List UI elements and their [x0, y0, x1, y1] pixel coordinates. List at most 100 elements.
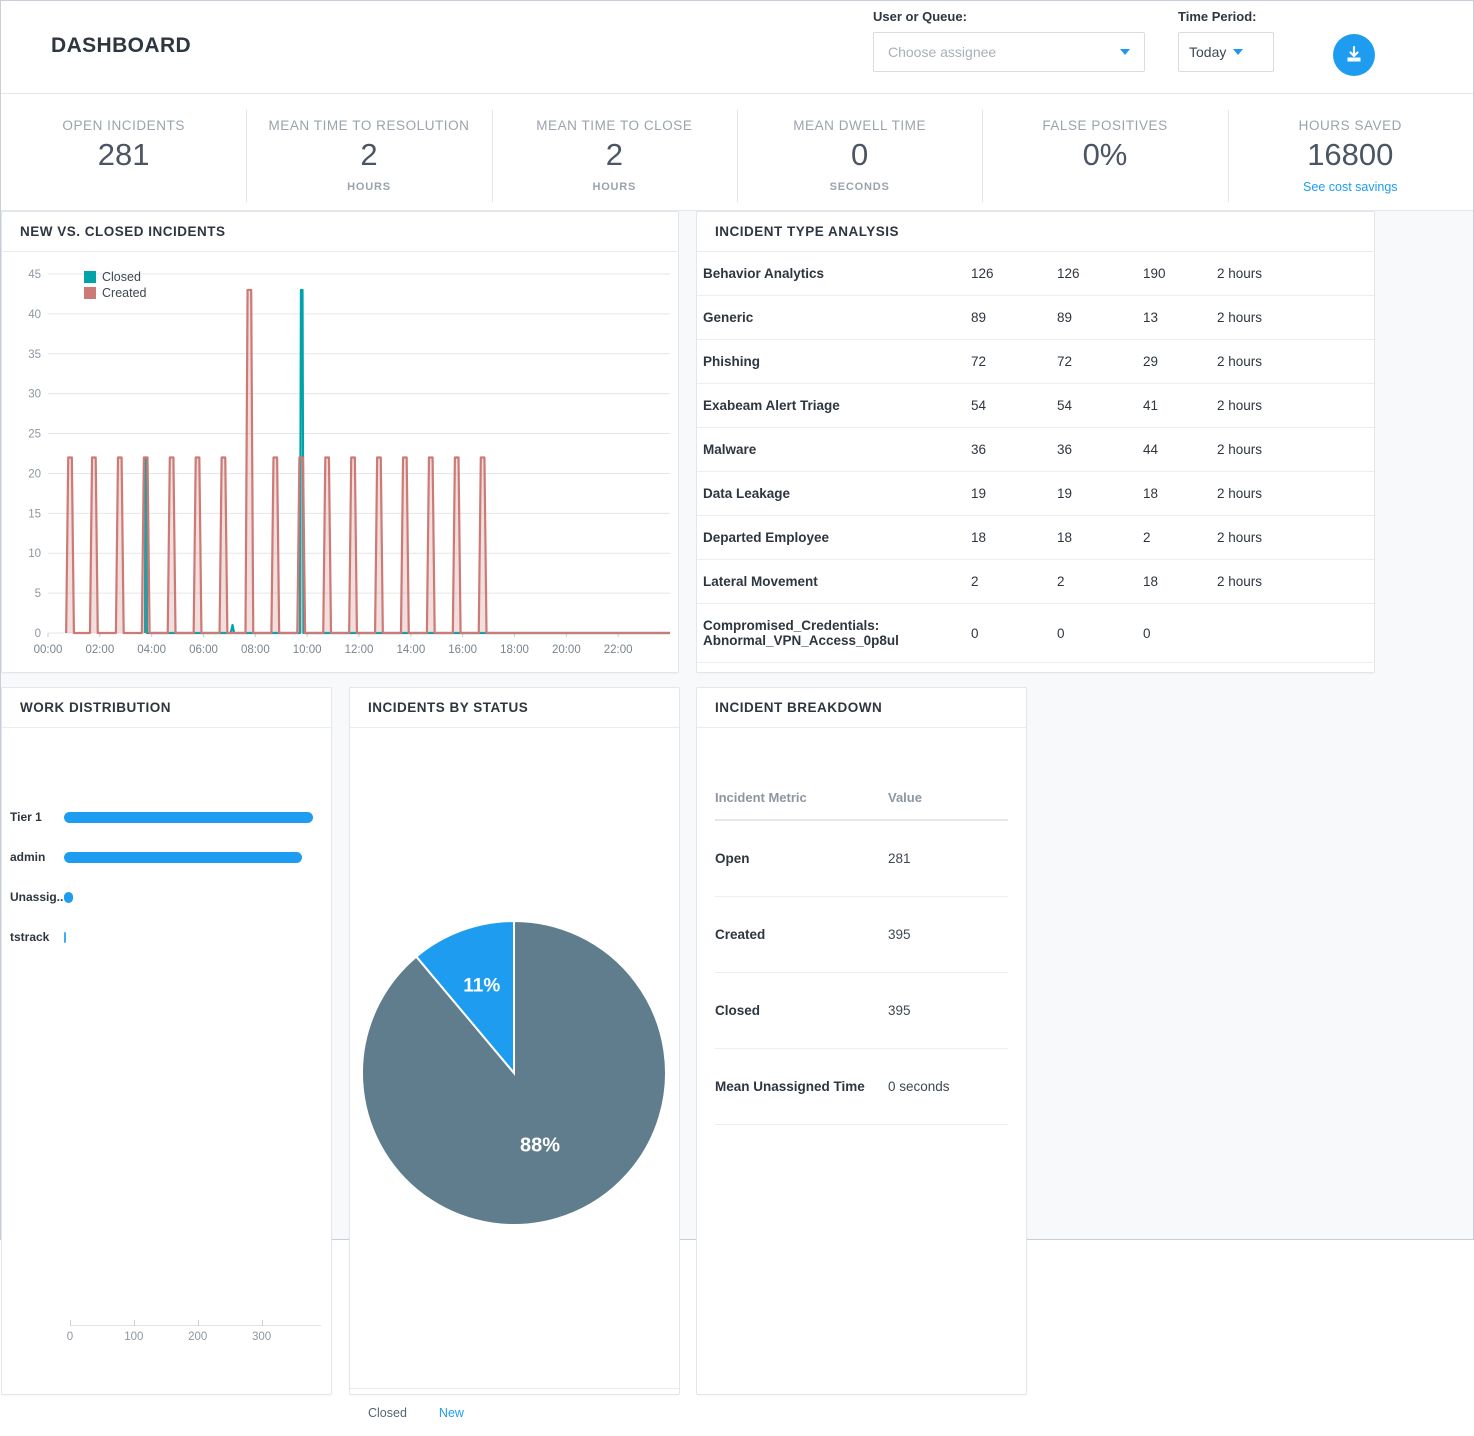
incident-type-name: Phishing: [697, 339, 965, 384]
incident-type-duration: 2 hours: [1211, 339, 1374, 384]
table-row[interactable]: Phishing 72 72 29 2 hours: [697, 339, 1374, 384]
svg-text:08:00: 08:00: [241, 644, 270, 656]
kpi-label: FALSE POSITIVES: [1042, 118, 1168, 133]
legend-swatch-closed: [84, 271, 96, 283]
kpi-hours-saved: HOURS SAVED 16800 See cost savings: [1227, 108, 1473, 204]
table-row[interactable]: Lateral Movement 2 2 18 2 hours: [697, 559, 1374, 604]
work-distribution-row[interactable]: Unassig...: [2, 890, 331, 904]
table-row[interactable]: Departed Employee 18 18 2 2 hours: [697, 515, 1374, 560]
kpi-mean-time-to-resolution: MEAN TIME TO RESOLUTION 2 HOURS: [246, 108, 491, 204]
incident-type-count-2: 36: [1051, 427, 1137, 472]
svg-text:02:00: 02:00: [85, 644, 114, 656]
svg-text:25: 25: [28, 429, 41, 441]
pie-legend-closed[interactable]: Closed: [368, 1406, 407, 1420]
work-distribution-label: admin: [10, 850, 46, 864]
svg-text:00:00: 00:00: [34, 644, 63, 656]
breakdown-value: 395: [888, 972, 1008, 1049]
breakdown-metric: Open: [715, 820, 888, 897]
card-title: INCIDENTS BY STATUS: [350, 688, 679, 728]
axis-tick: [197, 1320, 199, 1326]
incident-type-duration: 2 hours: [1211, 383, 1374, 428]
axis-tick: [70, 1320, 71, 1326]
kpi-value: 0%: [1082, 137, 1128, 172]
incident-type-count-1: 19: [965, 471, 1051, 516]
kpi-unit: HOURS: [347, 181, 391, 194]
work-distribution-x-axis: 0 100 200 300: [2, 1320, 331, 1355]
svg-text:15: 15: [28, 508, 41, 520]
incident-type-count-3: 0: [1137, 603, 1211, 663]
work-distribution-row[interactable]: Tier 1: [2, 810, 331, 824]
table-row: Open 281: [715, 820, 1008, 897]
table-row[interactable]: Compromised_Credentials: Abnormal_VPN_Ac…: [697, 603, 1374, 663]
assignee-filter-label: User or Queue:: [873, 9, 967, 24]
axis-tick-label: 100: [124, 1331, 144, 1343]
work-distribution-chart[interactable]: Tier 1 admin Unassig... tstrack 0 100 200 300: [2, 728, 331, 1393]
incident-breakdown-body: Incident Metric Value Open 281 Created 395 C…: [697, 728, 1026, 1125]
table-row[interactable]: Behavior Analytics 126 126 190 2 hours: [697, 252, 1374, 296]
card-incident-type-analysis: INCIDENT TYPE ANALYSIS Behavior Analytic…: [696, 211, 1375, 673]
incident-type-count-3: 18: [1137, 559, 1211, 604]
time-period-select[interactable]: Today: [1178, 32, 1274, 72]
assignee-filter-group: User or Queue: Choose assignee: [873, 9, 1145, 72]
incident-type-duration: [1211, 603, 1374, 663]
download-icon: [1347, 45, 1361, 62]
incident-type-count-1: 18: [965, 515, 1051, 560]
work-distribution-bar[interactable]: [64, 931, 66, 943]
pie-chart-svg[interactable]: 88% 11%: [350, 728, 679, 1348]
table-row[interactable]: Generic 89 89 13 2 hours: [697, 295, 1374, 340]
incident-type-duration: 2 hours: [1211, 252, 1374, 296]
dashboard-app: DASHBOARD User or Queue: Choose assignee…: [0, 0, 1474, 1420]
incident-type-name: Data Leakage: [697, 471, 965, 516]
download-button[interactable]: [1333, 34, 1375, 76]
see-cost-savings-link[interactable]: See cost savings: [1303, 180, 1398, 194]
card-title: INCIDENT BREAKDOWN: [697, 688, 1026, 728]
legend-item-created[interactable]: Created: [84, 286, 146, 300]
work-distribution-row[interactable]: admin: [2, 850, 331, 864]
incident-type-duration: 2 hours: [1211, 515, 1374, 560]
incident-type-count-1: 54: [965, 383, 1051, 428]
incident-type-count-3: 18: [1137, 471, 1211, 516]
incident-type-table: Behavior Analytics 126 126 190 2 hours Generi…: [697, 252, 1374, 663]
page-header: DASHBOARD User or Queue: Choose assignee…: [1, 1, 1473, 94]
work-distribution-label: Tier 1: [10, 810, 42, 824]
assignee-select[interactable]: Choose assignee: [873, 32, 1145, 72]
incident-type-duration: 2 hours: [1211, 427, 1374, 472]
work-distribution-bar[interactable]: [64, 851, 302, 863]
svg-text:0: 0: [35, 628, 41, 640]
kpi-false-positives: FALSE POSITIVES 0%: [982, 108, 1227, 204]
breakdown-metric: Closed: [715, 972, 888, 1049]
page-title: DASHBOARD: [51, 34, 192, 57]
breakdown-value: 281: [888, 820, 1008, 897]
pie-chart-legend: Closed New: [350, 1388, 679, 1436]
incident-type-count-3: 41: [1137, 383, 1211, 428]
kpi-value: 281: [97, 137, 150, 172]
kpi-label: MEAN TIME TO CLOSE: [536, 118, 693, 133]
incident-type-name: Lateral Movement: [697, 559, 965, 604]
incident-type-count-2: 2: [1051, 559, 1137, 604]
pie-legend-new[interactable]: New: [439, 1406, 464, 1420]
incident-type-duration: 2 hours: [1211, 295, 1374, 340]
legend-item-closed[interactable]: Closed: [84, 270, 146, 284]
work-distribution-body: Tier 1 admin Unassig... tstrack 0 100 200 300: [2, 728, 331, 1393]
table-row[interactable]: Data Leakage 19 19 18 2 hours: [697, 471, 1374, 516]
chevron-down-icon: [1120, 49, 1130, 55]
incident-type-count-1: 126: [965, 252, 1051, 296]
incident-type-count-1: 2: [965, 559, 1051, 604]
incident-type-count-2: 126: [1051, 252, 1137, 296]
work-distribution-bar[interactable]: [64, 891, 73, 903]
line-chart-svg[interactable]: 0 5 10 15 20 25 30 35 40 45 00:00 02:00 04:00 06:00 08…: [6, 260, 678, 675]
incident-type-count-3: 190: [1137, 252, 1211, 296]
table-row[interactable]: Malware 36 36 44 2 hours: [697, 427, 1374, 472]
kpi-unit: HOURS: [592, 181, 637, 194]
kpi-mean-dwell-time: MEAN DWELL TIME 0 SECONDS: [736, 108, 982, 204]
table-row[interactable]: Exabeam Alert Triage 54 54 41 2 hours: [697, 383, 1374, 428]
kpi-label: HOURS SAVED: [1298, 118, 1402, 133]
kpi-open-incidents: OPEN INCIDENTS 281: [1, 108, 246, 204]
svg-text:40: 40: [28, 309, 41, 321]
assignee-placeholder: Choose assignee: [888, 44, 997, 60]
chevron-down-icon: [1233, 49, 1244, 55]
kpi-value: 16800: [1307, 137, 1394, 172]
kpi-value: 2: [360, 137, 378, 172]
work-distribution-bar[interactable]: [64, 811, 313, 823]
work-distribution-row[interactable]: tstrack: [2, 930, 331, 944]
